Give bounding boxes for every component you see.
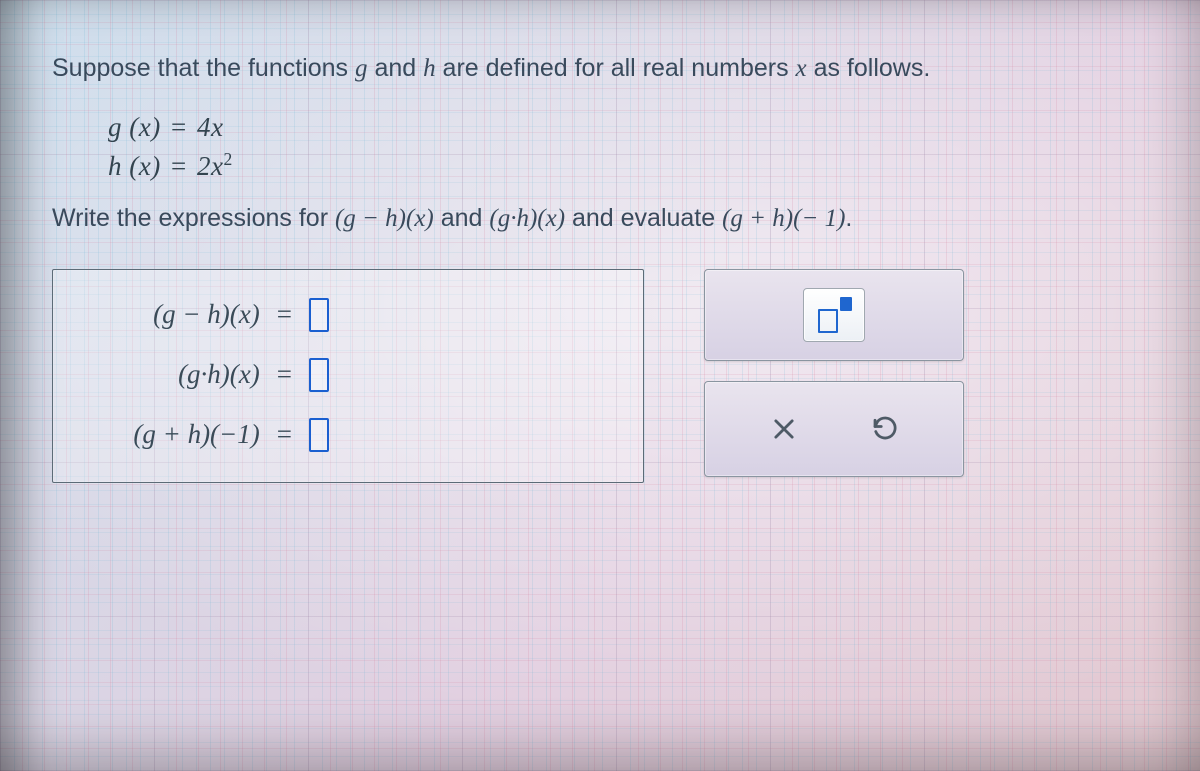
- def-h-rhs: 2x2: [197, 151, 233, 181]
- answer-input-g-plus-h-neg1[interactable]: [309, 418, 329, 452]
- undo-icon: [870, 414, 900, 444]
- exponent-tool-panel: [704, 269, 964, 361]
- answer-label: (g + h)(−1): [133, 419, 259, 450]
- expr-g-minus-h: (g − h)(x): [335, 205, 434, 232]
- action-tool-panel: [704, 381, 964, 477]
- equals-sign: =: [274, 359, 295, 390]
- answer-label: (g·h)(x): [178, 359, 260, 390]
- equals-sign: =: [168, 151, 190, 181]
- answer-row-g-plus-h-neg1: (g + h)(−1) =: [89, 418, 329, 452]
- def-g-lhs: g (x): [108, 112, 161, 142]
- answer-input-g-dot-h[interactable]: [309, 358, 329, 392]
- clear-button[interactable]: [761, 406, 807, 452]
- equals-sign: =: [274, 419, 295, 450]
- expr-g-dot-h: (g·h)(x): [489, 205, 565, 232]
- x-icon: [770, 415, 798, 443]
- exponent-template-button[interactable]: [803, 288, 865, 342]
- intro-text: as follows.: [807, 54, 931, 82]
- def-g-rhs: 4x: [197, 112, 223, 142]
- symbol-g: g: [355, 55, 368, 82]
- task-text: and: [434, 204, 490, 232]
- symbol-x: x: [796, 55, 807, 82]
- intro-text: and: [368, 54, 424, 82]
- answer-panel: (g − h)(x) = (g·h)(x) = (g + h)(−1) =: [52, 269, 644, 483]
- definition-h: h (x) = 2x2: [108, 149, 1154, 182]
- definition-g: g (x) = 4x: [108, 112, 1154, 143]
- task-text: .: [845, 204, 852, 232]
- problem-intro: Suppose that the functions g and h are d…: [52, 52, 1154, 86]
- intro-text: Suppose that the functions: [52, 54, 355, 82]
- intro-text: are defined for all real numbers: [436, 54, 796, 82]
- task-text: Write the expressions for: [52, 204, 335, 232]
- exponent-superscript-icon: [840, 297, 852, 311]
- answer-row-g-dot-h: (g·h)(x) =: [89, 358, 329, 392]
- equals-sign: =: [168, 112, 190, 142]
- def-h-rhs-exp: 2: [223, 149, 232, 169]
- reset-button[interactable]: [862, 406, 908, 452]
- answer-input-g-minus-h[interactable]: [309, 298, 329, 332]
- def-h-lhs: h (x): [108, 151, 161, 181]
- answer-row-g-minus-h: (g − h)(x) =: [89, 298, 329, 332]
- exponent-base-icon: [818, 309, 838, 333]
- equals-sign: =: [274, 299, 295, 330]
- function-definitions: g (x) = 4x h (x) = 2x2: [108, 112, 1154, 182]
- symbol-h: h: [423, 55, 436, 82]
- def-h-rhs-base: 2x: [197, 151, 223, 181]
- task-text: and evaluate: [565, 204, 722, 232]
- expr-g-plus-h-at-neg1: (g + h)(− 1): [722, 205, 845, 232]
- task-instruction: Write the expressions for (g − h)(x) and…: [52, 204, 1154, 233]
- answer-label: (g − h)(x): [153, 299, 260, 330]
